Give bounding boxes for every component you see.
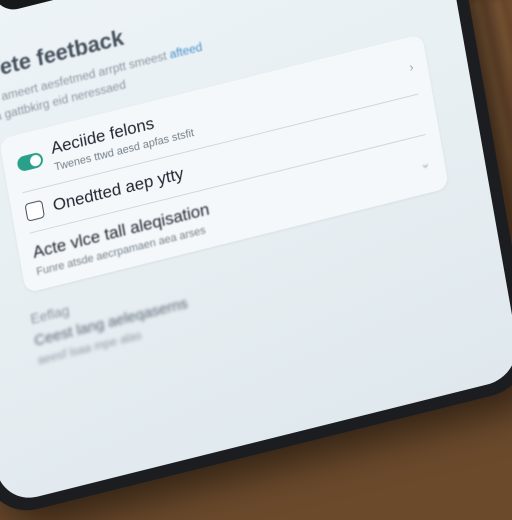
phone-device: ▂▄ ◔ Vete feetback ir ameert aesfetmed a… — [0, 0, 512, 520]
intro-link[interactable]: afteed — [168, 40, 203, 62]
feedback-settings-page: Vete feetback ir ameert aesfetmed arrptt… — [0, 0, 462, 367]
chevron-right-icon: › — [407, 58, 415, 75]
camera-notch — [0, 0, 104, 15]
toggle-switch[interactable] — [16, 151, 45, 173]
chevron-down-icon: ⌄ — [418, 154, 432, 172]
checkbox[interactable] — [24, 199, 46, 222]
phone-screen: ▂▄ ◔ Vete feetback ir ameert aesfetmed a… — [0, 0, 512, 506]
setting-title-2: Onedtted aep ytty — [51, 163, 185, 216]
